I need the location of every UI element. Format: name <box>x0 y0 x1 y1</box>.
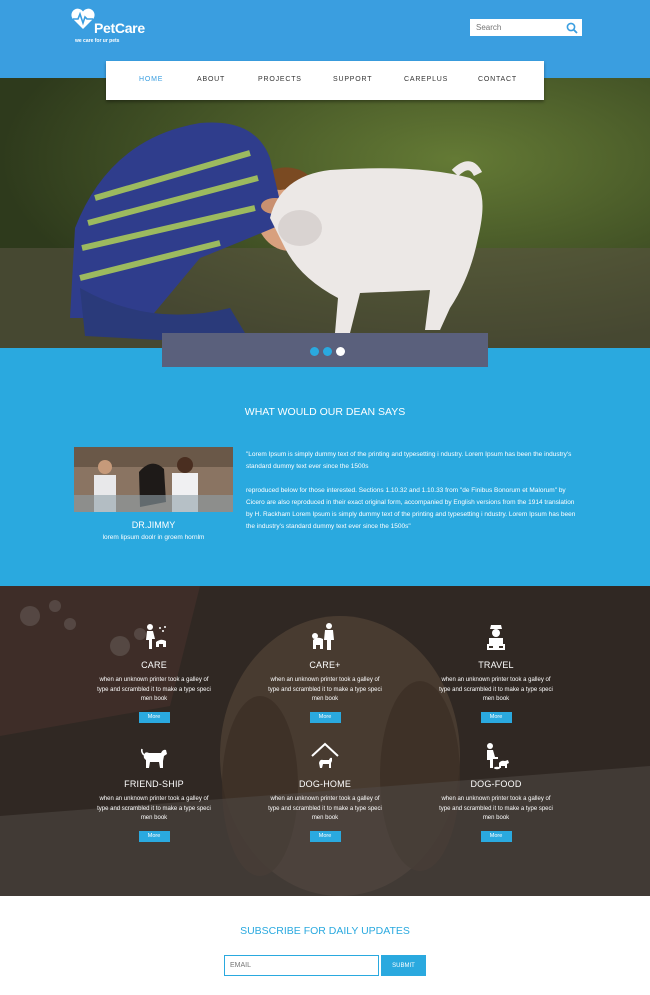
search-icon[interactable] <box>566 22 578 34</box>
dean-quote: "Lorem Ipsum is simply dummy text of the… <box>246 449 576 533</box>
service-care-plus: CARE+ when an unknown printer took a gal… <box>255 622 395 723</box>
nav-item-careplus[interactable]: CAREPLUS <box>404 76 448 83</box>
subscribe-section: SUBSCRIBE FOR DAILY UPDATES SUBMIT <box>0 896 650 995</box>
service-title: DOG-HOME <box>298 779 352 789</box>
service-friendship: FRIEND-SHIP when an unknown printer took… <box>84 741 224 842</box>
service-description: when an unknown printer took a galley of… <box>439 677 553 702</box>
more-button[interactable]: More <box>309 830 341 842</box>
service-dog-home: DOG-HOME when an unknown printer took a … <box>255 741 395 842</box>
submit-button[interactable]: SUBMIT <box>381 955 426 976</box>
nav-item-home[interactable]: HOME <box>139 76 163 83</box>
search-input[interactable] <box>470 19 564 36</box>
dean-quote-paragraph-2: reproduced below for those interested. S… <box>246 487 576 530</box>
heart-pulse-icon <box>71 8 95 29</box>
nav-item-about[interactable]: ABOUT <box>197 76 225 83</box>
service-title: CARE <box>141 660 167 670</box>
dean-name: DR.JIMMY <box>131 520 176 530</box>
service-care: CARE when an unknown printer took a gall… <box>84 622 224 723</box>
hero-illustration <box>0 78 650 348</box>
search-box <box>470 19 582 36</box>
travel-icon <box>487 625 505 650</box>
nav-item-projects[interactable]: PROJECTS <box>258 76 302 83</box>
slider-indicator-bar <box>162 333 488 367</box>
nav-item-contact[interactable]: CONTACT <box>478 76 517 83</box>
services-section: CARE when an unknown printer took a gall… <box>0 586 650 896</box>
email-field[interactable] <box>224 955 379 976</box>
dean-role: lorem lipsum doolr in groem hornlm <box>102 534 205 541</box>
dog-food-icon <box>487 743 509 770</box>
dog-icon <box>140 748 167 768</box>
service-title: CARE+ <box>309 660 341 670</box>
service-description: when an unknown printer took a galley of… <box>439 796 553 821</box>
dog-home-icon <box>311 742 339 768</box>
subscribe-title: SUBSCRIBE FOR DAILY UPDATES <box>240 925 410 937</box>
service-description: when an unknown printer took a galley of… <box>97 677 211 702</box>
more-button[interactable]: More <box>480 830 512 842</box>
more-button[interactable]: More <box>138 830 170 842</box>
slider-dot-3[interactable] <box>336 347 345 356</box>
logo[interactable]: PetCare we care for ur pets <box>70 8 160 48</box>
service-description: when an unknown printer took a galley of… <box>97 796 211 821</box>
hero-slide-image <box>0 78 650 348</box>
main-nav: HOME ABOUT PROJECTS SUPPORT CAREPLUS CON… <box>106 61 544 100</box>
dean-photo <box>74 447 233 512</box>
service-dog-food: DOG-FOOD when an unknown printer took a … <box>426 741 566 842</box>
brand-name: PetCare <box>94 20 145 36</box>
more-button[interactable]: More <box>309 711 341 723</box>
brand-tagline: we care for ur pets <box>75 38 120 44</box>
service-title: FRIEND-SHIP <box>124 779 184 789</box>
dean-quote-paragraph-1: "Lorem Ipsum is simply dummy text of the… <box>246 451 572 470</box>
service-title: TRAVEL <box>478 660 514 670</box>
dean-section-title: WHAT WOULD OUR DEAN SAYS <box>244 406 406 418</box>
pet-training-icon <box>312 623 334 650</box>
slider-dot-2[interactable] <box>323 347 332 356</box>
pet-care-icon <box>146 624 166 649</box>
service-description: when an unknown printer took a galley of… <box>268 677 382 702</box>
dean-section: WHAT WOULD OUR DEAN SAYS DR.JIMMY lorem … <box>0 348 650 586</box>
more-button[interactable]: More <box>138 711 170 723</box>
nav-item-support[interactable]: SUPPORT <box>333 76 372 83</box>
service-title: DOG-FOOD <box>470 779 522 789</box>
service-description: when an unknown printer took a galley of… <box>268 796 382 821</box>
service-travel: TRAVEL when an unknown printer took a ga… <box>426 622 566 723</box>
more-button[interactable]: More <box>480 711 512 723</box>
slider-dot-1[interactable] <box>310 347 319 356</box>
